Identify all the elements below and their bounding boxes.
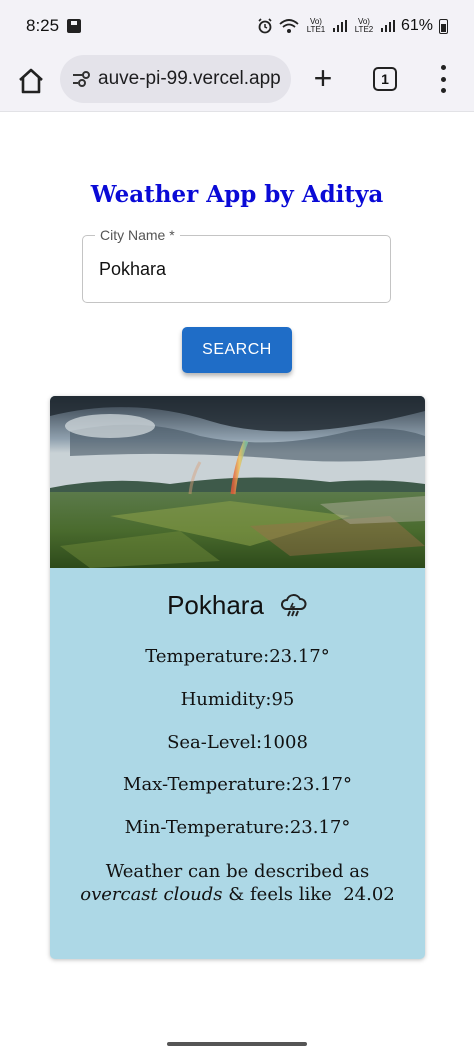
gesture-navigation-bar[interactable] xyxy=(167,1042,307,1046)
description-prefix: Weather can be described as xyxy=(105,861,370,882)
min-temperature-text: Min-Temperature:23.17° xyxy=(124,817,351,838)
weather-city-name: Pokhara xyxy=(167,590,264,620)
alarm-icon xyxy=(258,18,272,34)
address-bar[interactable]: auve-pi-99.vercel.app xyxy=(60,55,291,103)
search-button[interactable]: SEARCH xyxy=(182,327,292,373)
thunderstorm-icon xyxy=(280,593,307,616)
weather-landscape-image xyxy=(50,396,425,568)
weather-city-row: Pokhara xyxy=(50,590,425,621)
sim1-label: Vo) LTE1 xyxy=(306,17,326,34)
new-tab-button[interactable]: + xyxy=(310,62,336,94)
status-bar: 8:25 Vo) LTE1 Vo) LTE2 61% xyxy=(0,0,474,52)
wifi-icon xyxy=(279,19,299,33)
humidity-text: Humidity:95 xyxy=(180,689,295,710)
page-content: Weather App by Aditya City Name * SEARCH xyxy=(0,113,474,1053)
more-menu-icon[interactable] xyxy=(438,65,448,93)
browser-toolbar: auve-pi-99.vercel.app + 1 xyxy=(0,52,474,112)
description-middle: & feels like xyxy=(228,884,332,905)
weather-description: Weather can be described as overcast clo… xyxy=(70,860,405,906)
signal-bars-icon xyxy=(332,20,347,32)
sim2-label: Vo) LTE2 xyxy=(354,17,374,34)
city-name-input[interactable] xyxy=(99,236,379,302)
tab-switcher-button[interactable]: 1 xyxy=(373,67,397,91)
weather-card: Pokhara Temperature:23.17° Humidity:95 S… xyxy=(50,396,425,959)
signal-bars-icon xyxy=(380,20,395,32)
battery-percent: 61% xyxy=(400,17,433,34)
max-temperature-text: Max-Temperature:23.17° xyxy=(123,774,352,795)
status-time: 8:25 xyxy=(26,16,60,35)
url-text[interactable]: auve-pi-99.vercel.app xyxy=(98,68,281,90)
weather-condition: overcast clouds xyxy=(80,884,223,905)
app-title: Weather App by Aditya xyxy=(90,181,384,208)
temperature-text: Temperature:23.17° xyxy=(145,646,330,667)
feels-like-value: 24.02 xyxy=(343,884,395,905)
home-icon[interactable] xyxy=(16,66,46,96)
sea-level-text: Sea-Level:1008 xyxy=(167,732,308,753)
city-name-field[interactable]: City Name * xyxy=(82,227,391,303)
site-settings-icon[interactable] xyxy=(70,68,92,90)
status-icons: Vo) LTE1 Vo) LTE2 61% xyxy=(257,17,448,35)
battery-icon xyxy=(439,18,448,34)
sd-card-icon xyxy=(67,19,82,33)
